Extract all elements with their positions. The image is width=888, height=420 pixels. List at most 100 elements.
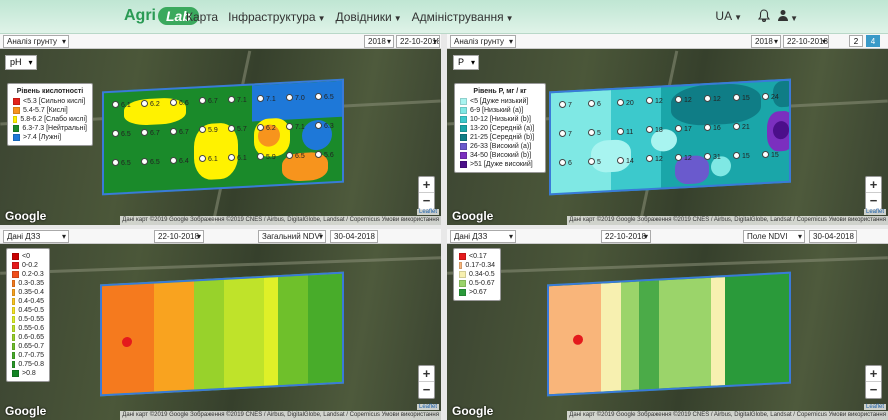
field-polygon[interactable]: [102, 78, 344, 196]
year-select[interactable]: 2018: [751, 35, 781, 48]
sample-point[interactable]: 6: [588, 100, 601, 108]
sample-point[interactable]: 7.0: [286, 94, 305, 102]
sample-point[interactable]: 5.9: [199, 126, 218, 134]
sample-point[interactable]: 5.7: [228, 125, 247, 133]
sample-point[interactable]: 6: [559, 159, 572, 167]
sample-point[interactable]: 14: [617, 157, 634, 165]
bell-icon[interactable]: [757, 9, 771, 25]
sample-point[interactable]: 7: [559, 130, 572, 138]
source-select[interactable]: Дані ДЗЗ: [450, 230, 516, 243]
sample-point[interactable]: 12: [675, 154, 692, 162]
layout-2-button[interactable]: 2: [849, 35, 863, 47]
sample-point[interactable]: 6.7: [199, 97, 218, 105]
satellite-map[interactable]: <0.17 0.17-0.34 0.34-0.5 0.5-0.67 >0.67 + − G…: [447, 244, 888, 420]
leaflet-link[interactable]: Leaflet: [416, 209, 439, 215]
satellite-map[interactable]: <0 0-0.2 0.2-0.3 0.3-0.35 0.35-0.4 0.4-0.45 0.…: [0, 244, 441, 420]
menu-item-infrastructure[interactable]: Інфраструктура ▼: [228, 10, 325, 24]
source-select[interactable]: Аналіз грунту: [3, 35, 69, 48]
zoom-out-button[interactable]: −: [419, 193, 434, 209]
sample-point[interactable]: 6.4: [170, 157, 189, 165]
legend-row: 0.35-0.4: [12, 288, 44, 297]
source-select[interactable]: Аналіз грунту: [450, 35, 516, 48]
date-select[interactable]: 22-10-2018: [396, 35, 440, 48]
sample-point[interactable]: 24: [762, 93, 779, 101]
zoom-out-button[interactable]: −: [419, 382, 434, 398]
sample-point[interactable]: 7.1: [257, 95, 276, 103]
zoom-in-button[interactable]: +: [419, 366, 434, 382]
sample-point[interactable]: 12: [675, 96, 692, 104]
sample-point[interactable]: 6.7: [170, 128, 189, 136]
user-menu[interactable]: ▼: [777, 9, 798, 24]
date-select[interactable]: 22-10-2018: [601, 230, 651, 243]
leaflet-link[interactable]: Leaflet: [416, 404, 439, 410]
leaflet-link[interactable]: Leaflet: [863, 404, 886, 410]
zoom-in-button[interactable]: +: [866, 366, 881, 382]
date-select[interactable]: 22-10-2018: [783, 35, 829, 48]
phosphorus-legend: Рівень Р, мг / кг <5 [Дуже низький] 6-9 […: [454, 83, 546, 173]
sample-point[interactable]: 16: [704, 124, 721, 132]
sample-point[interactable]: 6.1: [112, 101, 131, 109]
source-select[interactable]: Дані ДЗЗ: [3, 230, 69, 243]
sample-point[interactable]: 6.5: [112, 130, 131, 138]
menu-item-administration[interactable]: Адміністрування ▼: [412, 10, 514, 24]
menu-label: Адміністрування: [411, 10, 504, 24]
zoom-in-button[interactable]: +: [419, 177, 434, 193]
sample-point[interactable]: 20: [617, 99, 634, 107]
index-select[interactable]: Загальний NDVI: [258, 230, 326, 243]
zoom-out-button[interactable]: −: [866, 382, 881, 398]
sample-point[interactable]: 31: [704, 153, 721, 161]
sample-point[interactable]: 6.2: [141, 100, 160, 108]
menu-item-map[interactable]: Карта: [186, 10, 218, 24]
field-polygon[interactable]: [549, 78, 791, 196]
panel-toolbar: Аналіз грунту 2018 22-10-2018 2 4: [447, 34, 888, 49]
sample-point[interactable]: 6.5: [315, 93, 334, 101]
compare-date-input[interactable]: 30-04-2018: [330, 230, 378, 243]
zoom-out-button[interactable]: −: [866, 193, 881, 209]
sample-point[interactable]: 5: [588, 158, 601, 166]
sample-point[interactable]: 15: [762, 151, 779, 159]
layer-select[interactable]: P: [453, 55, 480, 70]
compare-date-input[interactable]: 30-04-2018: [809, 230, 857, 243]
sample-point[interactable]: 6.5: [112, 159, 131, 167]
sample-point[interactable]: 5.6: [315, 151, 334, 159]
leaflet-link[interactable]: Leaflet: [863, 209, 886, 215]
legend-row: 0.75-0.8: [12, 360, 44, 369]
sample-point[interactable]: 5: [588, 129, 601, 137]
index-select[interactable]: Поле NDVI: [743, 230, 805, 243]
sample-point[interactable]: 15: [733, 152, 750, 160]
field-polygon[interactable]: [547, 271, 791, 397]
legend-swatch: [460, 98, 467, 105]
date-select[interactable]: 22-10-2018: [154, 230, 204, 243]
sample-point[interactable]: 12: [704, 95, 721, 103]
sample-point[interactable]: 21: [733, 123, 750, 131]
sample-point[interactable]: 17: [675, 125, 692, 133]
sample-point[interactable]: 6.7: [141, 129, 160, 137]
sample-point[interactable]: 15: [733, 94, 750, 102]
sample-point[interactable]: 6.1: [228, 154, 247, 162]
zoom-in-button[interactable]: +: [866, 177, 881, 193]
sample-point[interactable]: 18: [646, 126, 663, 134]
sample-point[interactable]: 7.1: [228, 96, 247, 104]
sample-point[interactable]: 6.1: [199, 155, 218, 163]
sample-point[interactable]: 6.2: [257, 124, 276, 132]
legend-title: Рівень Р, мг / кг: [473, 88, 527, 95]
satellite-map[interactable]: pH 6.1 6.2 6.6 6.7 7.1 7.1 7.0 6.5 6.5 6.7 6.7 5.9 5…: [0, 49, 441, 225]
sample-point[interactable]: 6.5: [286, 152, 305, 160]
sample-point[interactable]: 6.5: [141, 158, 160, 166]
satellite-map[interactable]: P 7 6 20 12 12 12 15 24 7 5 11 18 17 16 21 6 5 14 12 12 31 15…: [447, 49, 888, 225]
menu-item-directories[interactable]: Довідники ▼: [335, 10, 401, 24]
sample-point[interactable]: 7.1: [286, 123, 305, 131]
layer-select[interactable]: pH: [5, 55, 37, 70]
language-select[interactable]: UA ▼: [715, 9, 742, 23]
sample-point[interactable]: 12: [646, 155, 663, 163]
sample-point[interactable]: 6.3: [315, 122, 334, 130]
sample-point[interactable]: 7: [559, 101, 572, 109]
sample-point[interactable]: 12: [646, 97, 663, 105]
sample-point[interactable]: 6.6: [170, 99, 189, 107]
field-polygon[interactable]: [100, 271, 344, 397]
sample-point[interactable]: 11: [617, 128, 633, 136]
layout-4-button[interactable]: 4: [866, 35, 880, 47]
legend-swatch: [12, 253, 19, 260]
sample-point[interactable]: 5.9: [257, 153, 276, 161]
year-select[interactable]: 2018: [364, 35, 394, 48]
